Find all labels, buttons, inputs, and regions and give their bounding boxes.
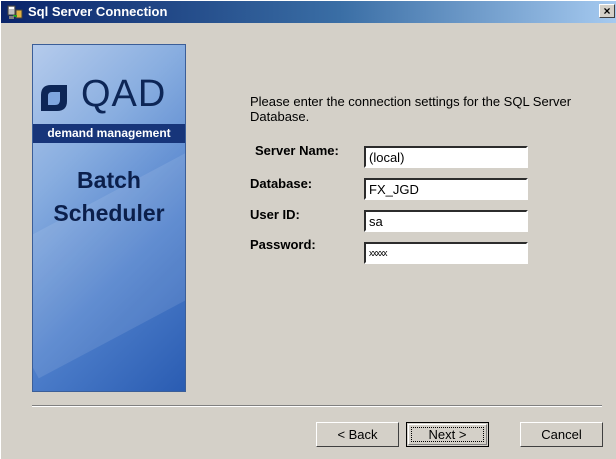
user-id-label: User ID: <box>250 207 300 222</box>
close-icon: × <box>603 4 611 18</box>
next-button-label: Next > <box>428 427 467 442</box>
product-name: Batch Scheduler <box>33 164 185 230</box>
user-id-input[interactable]: sa <box>364 210 528 232</box>
logo-text: QAD <box>81 73 167 115</box>
server-connection-icon <box>7 5 23 19</box>
cancel-button[interactable]: Cancel <box>520 422 603 447</box>
product-name-line2: Scheduler <box>53 200 165 226</box>
close-button[interactable]: × <box>599 4 615 18</box>
server-name-label: Server Name: <box>255 143 339 158</box>
password-input[interactable]: xxxxx <box>364 242 528 264</box>
dialog-window: Sql Server Connection × QAD demand manag… <box>0 0 616 459</box>
instructions-text: Please enter the connection settings for… <box>250 94 572 124</box>
title-bar[interactable]: Sql Server Connection × <box>1 1 616 23</box>
button-separator <box>32 405 602 407</box>
product-name-line1: Batch <box>77 167 141 193</box>
password-label: Password: <box>250 237 316 252</box>
qad-logo-icon <box>41 85 67 111</box>
database-input[interactable]: FX_JGD <box>364 178 528 200</box>
product-banner: QAD demand management Batch Scheduler <box>32 44 186 392</box>
logo-tagline: demand management <box>33 124 185 143</box>
back-button[interactable]: < Back <box>316 422 399 447</box>
server-name-input[interactable]: (local) <box>364 146 528 168</box>
next-button[interactable]: Next > <box>406 422 489 447</box>
back-button-label: < Back <box>337 427 378 442</box>
cancel-button-label: Cancel <box>541 427 582 442</box>
database-label: Database: <box>250 176 313 191</box>
window-title: Sql Server Connection <box>28 4 168 19</box>
